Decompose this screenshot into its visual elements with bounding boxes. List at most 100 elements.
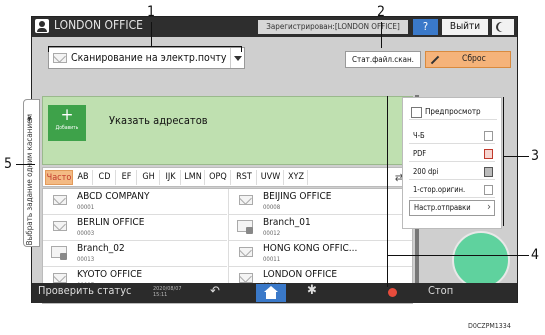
color-option[interactable]: Ч-Б — [409, 128, 495, 144]
home-icon[interactable] — [256, 284, 286, 302]
callout-line-4 — [387, 255, 529, 256]
group-icon — [51, 246, 67, 260]
mail-icon — [239, 247, 253, 257]
mail-icon — [53, 221, 67, 231]
entry-number: 00012 — [263, 230, 281, 237]
callout-bracket-1-left — [48, 46, 49, 52]
plus-icon: + — [60, 105, 74, 125]
preview-checkbox[interactable]: Предпросмотр — [409, 104, 497, 120]
resolution-option[interactable]: 200 dpi — [409, 164, 495, 180]
callout-bracket-4 — [387, 96, 388, 287]
callout-bracket-1 — [48, 46, 242, 47]
top-bar: LONDON OFFICE Зарегистрирован:[LONDON OF… — [32, 17, 517, 37]
scan-file-status-button[interactable]: Стат.файл.скан. — [345, 51, 421, 68]
mail-icon — [53, 53, 67, 63]
address-entry[interactable]: Branch_02 00013 — [43, 241, 227, 267]
tab-cd[interactable]: CD — [94, 170, 116, 185]
entry-name: LONDON OFFICE — [263, 269, 338, 280]
callout-line-5 — [16, 164, 35, 165]
color-mode-icon — [484, 131, 493, 141]
help-button[interactable]: ? — [413, 19, 438, 35]
date-time: 2020/08/07 15:11 — [153, 286, 182, 298]
entry-name: Branch_02 — [77, 243, 125, 254]
entry-number: 00003 — [77, 230, 95, 237]
entry-number: 00013 — [77, 256, 95, 263]
logout-button[interactable]: Выйти — [442, 19, 488, 35]
mail-icon — [239, 195, 253, 205]
callout-bracket-3 — [503, 97, 504, 226]
one-touch-job-tab[interactable]: ★ Выбрать задание одним касанием — [23, 99, 40, 247]
specify-recipients-text: Указать адресатов — [109, 114, 208, 127]
user-icon — [35, 19, 49, 33]
color-option-label: Ч-Б — [413, 131, 425, 140]
mail-icon — [239, 273, 253, 283]
figure-caption: D0CZPM1334 — [468, 322, 511, 330]
mail-icon — [53, 273, 67, 283]
tab-xyz[interactable]: XYZ — [285, 170, 308, 185]
entry-name: ABCD COMPANY — [77, 191, 150, 202]
resolution-icon — [484, 167, 493, 177]
stop-button[interactable]: Стоп — [428, 284, 453, 297]
device-screen: LONDON OFFICE Зарегистрирован:[LONDON OF… — [23, 16, 518, 304]
gear-icon[interactable]: ✱ — [307, 283, 317, 298]
callout-3: 3 — [531, 148, 540, 164]
time-label: 15:11 — [153, 292, 168, 298]
tab-gh[interactable]: GH — [138, 170, 160, 185]
callout-line-3 — [503, 156, 529, 157]
callout-4: 4 — [531, 247, 540, 263]
back-icon[interactable]: ↶ — [210, 284, 220, 299]
pen-icon — [430, 55, 440, 65]
reset-label: Сброс — [462, 54, 486, 64]
entry-name: BEIJING OFFICE — [263, 191, 332, 202]
file-type-label: PDF — [413, 149, 427, 158]
add-recipient-label: Добавить — [55, 125, 79, 131]
tab-часто[interactable]: Часто — [45, 170, 73, 185]
resolution-label: 200 dpi — [413, 167, 439, 176]
entry-number: 00008 — [263, 204, 281, 211]
callout-1: 1 — [147, 4, 156, 20]
tab-rst[interactable]: RST — [232, 170, 257, 185]
callout-bracket-1-right — [241, 46, 242, 52]
tab-ijk[interactable]: IJK — [161, 170, 181, 185]
tab-opq[interactable]: OPQ — [206, 170, 231, 185]
callout-5: 5 — [4, 156, 13, 172]
stop-icon — [388, 288, 397, 297]
tab-lmn[interactable]: LMN — [182, 170, 205, 185]
tab-ef[interactable]: EF — [117, 170, 137, 185]
address-entry[interactable]: ABCD COMPANY 00001 — [43, 189, 227, 215]
index-tabs: ⇄ Часто AB CD EF GH IJK LMN OPQ RST UVW XYZ — [42, 167, 413, 187]
callout-2: 2 — [377, 4, 386, 20]
one-touch-job-label: Выбрать задание одним касанием — [25, 114, 34, 246]
send-settings-button[interactable]: Настр.отправки — [409, 200, 495, 216]
registered-status: Зарегистрирован:[LONDON OFFICE] — [258, 20, 408, 34]
entry-number: 00001 — [77, 204, 95, 211]
callout-line-2 — [381, 22, 382, 48]
bottom-bar: Проверить статус 2020/08/07 15:11 ↶ ✱ Сто… — [32, 283, 517, 303]
file-type-option[interactable]: PDF — [409, 146, 495, 162]
tab-uvw[interactable]: UVW — [258, 170, 284, 185]
tab-ab[interactable]: AB — [74, 170, 93, 185]
settings-panel: Предпросмотр Ч-Б PDF 200 dpi 1-стор.ориг… — [402, 97, 502, 229]
entry-name: KYOTO OFFICE — [77, 269, 143, 280]
start-button[interactable] — [452, 231, 510, 289]
mode-selector-label: Сканирование на электр.почту — [71, 52, 227, 64]
add-recipient-button[interactable]: + Добавить — [48, 105, 86, 141]
entry-name: HONG KONG OFFIC... — [263, 243, 358, 254]
pdf-icon — [484, 149, 493, 159]
mode-selector[interactable]: Сканирование на электр.почту — [48, 47, 245, 69]
address-entry[interactable]: Branch_01 00012 — [229, 215, 412, 241]
reset-button[interactable]: Сброс — [425, 51, 511, 68]
callout-line-1 — [151, 22, 152, 46]
entry-name: BERLIN OFFICE — [77, 217, 145, 228]
address-entry[interactable]: HONG KONG OFFIC... 00011 — [229, 241, 412, 267]
original-sides-option[interactable]: 1-стор.оригин. — [409, 182, 495, 198]
address-entry[interactable]: BERLIN OFFICE 00003 — [43, 215, 227, 241]
original-sides-label: 1-стор.оригин. — [413, 185, 466, 194]
energy-saver-icon[interactable] — [492, 19, 514, 35]
group-icon — [237, 220, 253, 234]
check-status-button[interactable]: Проверить статус — [38, 284, 131, 297]
address-entry[interactable]: BEIJING OFFICE 00008 — [229, 189, 412, 215]
entry-number: 00011 — [263, 256, 281, 263]
entry-name: Branch_01 — [263, 217, 311, 228]
original-icon — [484, 185, 493, 195]
